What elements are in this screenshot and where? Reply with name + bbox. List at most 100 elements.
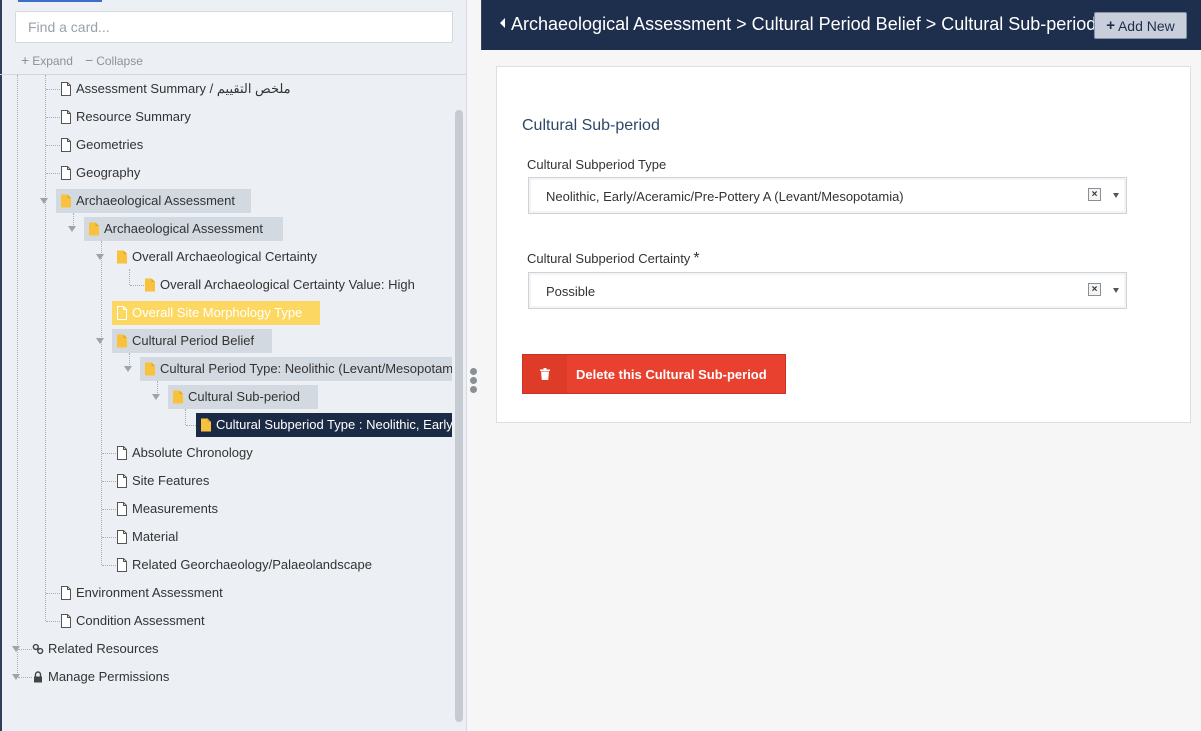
- breadcrumb: Archaeological Assessment > Cultural Per…: [511, 14, 1097, 34]
- tree-node-label: Environment Assessment: [76, 585, 223, 600]
- chevron-down-icon[interactable]: [1113, 193, 1119, 198]
- node-toggle[interactable]: [68, 226, 76, 232]
- tree-node-label: Condition Assessment: [76, 613, 205, 628]
- tree-node-measurements[interactable]: Measurements: [112, 497, 230, 521]
- subperiod-type-select[interactable]: Neolithic, Early/Aceramic/Pre-Pottery A …: [528, 177, 1127, 214]
- tree-node-geography[interactable]: Geography: [56, 161, 152, 185]
- tree-node-site-features[interactable]: Site Features: [112, 469, 221, 493]
- plus-icon: +: [1106, 17, 1115, 34]
- tree-node-label: Material: [132, 529, 179, 544]
- node-toggle[interactable]: [12, 674, 20, 680]
- add-new-button[interactable]: + Add New: [1094, 12, 1187, 39]
- tree-node-label: Manage Permissions: [48, 669, 170, 684]
- folder-icon: [200, 418, 212, 432]
- tree-node-related-georchaeology[interactable]: Related Georchaeology/Palaeolandscape: [112, 553, 384, 577]
- subperiod-certainty-select[interactable]: Possible ×: [528, 272, 1127, 309]
- node-toggle[interactable]: [152, 394, 160, 400]
- tree-node-label: Archaeological Assessment: [76, 193, 235, 208]
- folder-icon: [60, 194, 72, 208]
- tree-node-archaeological-assessment[interactable]: Archaeological Assessment: [56, 189, 251, 213]
- plus-icon: +: [21, 52, 30, 68]
- tree-node-archaeological-assessment-child[interactable]: Archaeological Assessment: [84, 217, 283, 241]
- page-icon: [60, 166, 72, 180]
- folder-icon: [144, 278, 156, 292]
- add-new-label: Add New: [1117, 17, 1175, 34]
- select-value: Possible: [546, 284, 596, 299]
- panel-resize-handle[interactable]: [467, 366, 479, 396]
- tree-node-related-resources[interactable]: Related Resources: [28, 637, 171, 661]
- page-icon: [60, 138, 72, 152]
- tree-scrollbar[interactable]: [455, 110, 463, 722]
- chevron-down-icon[interactable]: [1113, 288, 1119, 293]
- tree-node-cultural-sub-period[interactable]: Cultural Sub-period: [168, 385, 318, 409]
- tree-node-label: Site Features: [132, 473, 210, 488]
- card-title: Cultural Sub-period: [522, 117, 660, 134]
- active-tab-marker: [18, 0, 102, 2]
- tree-node-label: Related Georchaeology/Palaeolandscape: [132, 557, 372, 572]
- tree-node-label: Assessment Summary / ملخص التقييم: [76, 81, 291, 96]
- card-tree-panel: +Expand −Collapse: [0, 0, 467, 731]
- trash-icon: [523, 355, 567, 393]
- page-icon: [116, 530, 128, 544]
- page-icon: [116, 474, 128, 488]
- expand-all-button[interactable]: + Expand: [21, 52, 73, 68]
- page-icon: [116, 306, 128, 320]
- node-toggle[interactable]: [40, 198, 48, 204]
- tree-node-label: Overall Archaeological Certainty: [132, 249, 317, 264]
- subperiod-certainty-label: Cultural Subperiod Certainty *: [527, 250, 700, 268]
- tree-node-label: Resource Summary: [76, 109, 191, 124]
- link-icon: [32, 642, 44, 656]
- tree-node-overall-archaeological-certainty-value[interactable]: Overall Archaeological Certainty Value: …: [140, 273, 427, 297]
- subperiod-type-label: Cultural Subperiod Type: [527, 157, 666, 172]
- page-icon: [116, 502, 128, 516]
- tree-node-label: Cultural Period Type: Neolithic (Levant/…: [160, 361, 452, 376]
- tree-node-label: Absolute Chronology: [132, 445, 253, 460]
- tree-node-label: Archaeological Assessment: [104, 221, 263, 236]
- folder-icon: [116, 334, 128, 348]
- collapse-all-button[interactable]: − Collapse: [85, 52, 143, 68]
- page-icon: [116, 446, 128, 460]
- page-icon: [60, 82, 72, 96]
- clear-icon[interactable]: ×: [1088, 283, 1101, 296]
- tree-node-cultural-period-type[interactable]: Cultural Period Type: Neolithic (Levant/…: [140, 357, 452, 381]
- search-input[interactable]: [15, 11, 453, 43]
- tree-node-resource-summary[interactable]: Resource Summary: [56, 105, 203, 129]
- select-value: Neolithic, Early/Aceramic/Pre-Pottery A …: [546, 189, 904, 204]
- tree-node-cultural-period-belief[interactable]: Cultural Period Belief: [112, 329, 272, 353]
- tree-node-condition-assessment[interactable]: Condition Assessment: [56, 609, 217, 633]
- page-icon: [116, 558, 128, 572]
- card-tree: Assessment Summary / ملخص التقييم Resour…: [0, 75, 452, 731]
- folder-icon: [144, 362, 156, 376]
- node-toggle[interactable]: [12, 646, 20, 652]
- expand-label: Expand: [32, 54, 73, 68]
- tree-node-manage-permissions[interactable]: Manage Permissions: [28, 665, 181, 689]
- tree-node-overall-site-morphology-type[interactable]: Overall Site Morphology Type: [112, 301, 320, 325]
- tree-node-label: Geometries: [76, 137, 144, 152]
- tree-node-label: Measurements: [132, 501, 218, 516]
- tree-node-absolute-chronology[interactable]: Absolute Chronology: [112, 441, 265, 465]
- tree-node-label: Cultural Sub-period: [188, 389, 301, 404]
- clear-icon[interactable]: ×: [1088, 188, 1101, 201]
- collapse-label: Collapse: [96, 54, 143, 68]
- tree-node-overall-archaeological-certainty[interactable]: Overall Archaeological Certainty: [112, 245, 329, 269]
- tree-node-label: Cultural Period Belief: [132, 333, 255, 348]
- tree-node-cultural-subperiod-type[interactable]: Cultural Subperiod Type : Neolithic, Ear…: [196, 413, 452, 437]
- tree-node-material[interactable]: Material: [112, 525, 190, 549]
- field-label-text: Cultural Subperiod Type: [527, 157, 667, 172]
- tree-node-geometries[interactable]: Geometries: [56, 133, 155, 157]
- node-toggle[interactable]: [124, 366, 132, 372]
- tree-node-label: Overall Site Morphology Type: [132, 305, 303, 320]
- node-toggle[interactable]: [96, 338, 104, 344]
- page-icon: [60, 586, 72, 600]
- folder-icon: [116, 250, 128, 264]
- tree-node-assessment-summary[interactable]: Assessment Summary / ملخص التقييم: [56, 77, 303, 101]
- node-toggle[interactable]: [96, 254, 104, 260]
- required-marker: *: [693, 250, 700, 267]
- chevron-left-icon[interactable]: [500, 18, 505, 28]
- tree-node-environment-assessment[interactable]: Environment Assessment: [56, 581, 235, 605]
- card-form: Cultural Sub-period Cultural Subperiod T…: [496, 66, 1191, 423]
- tree-node-label: Related Resources: [48, 641, 159, 656]
- delete-subperiod-button[interactable]: Delete this Cultural Sub-period: [522, 354, 786, 394]
- lock-icon: [32, 670, 44, 684]
- card-header: Archaeological Assessment > Cultural Per…: [481, 0, 1201, 50]
